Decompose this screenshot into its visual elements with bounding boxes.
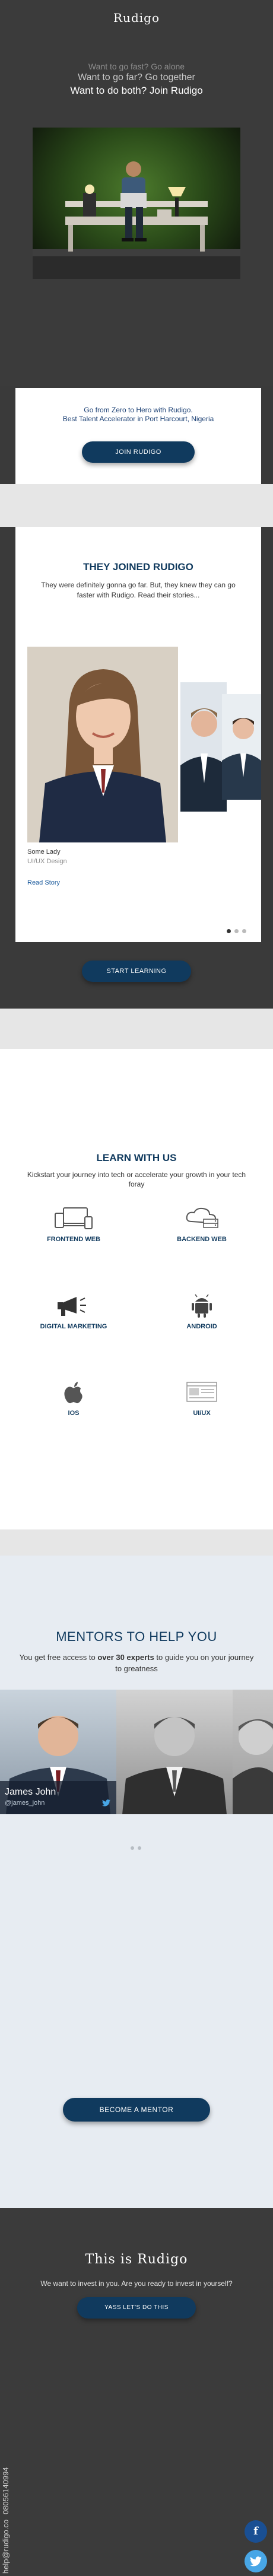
course-label: FRONTEND WEB bbox=[47, 1236, 100, 1243]
course-ui-ux[interactable]: UI/UX bbox=[154, 1380, 249, 1417]
mentor-card[interactable]: James John @james_john bbox=[0, 1690, 116, 1814]
apple-icon bbox=[64, 1382, 82, 1404]
mentors-section: MENTORS TO HELP YOU You get free access … bbox=[0, 1556, 273, 2208]
hero-photo bbox=[33, 128, 240, 279]
mentor-overlay: James John @james_john bbox=[0, 1781, 116, 1814]
become-mentor-button[interactable]: BECOME A MENTOR bbox=[63, 2098, 210, 2122]
courses-section: LEARN WITH US Kickstart your journey int… bbox=[0, 1049, 273, 1529]
course-label: ANDROID bbox=[186, 1323, 217, 1330]
course-ios[interactable]: IOS bbox=[26, 1380, 121, 1417]
man-on-bench-illustration bbox=[33, 161, 240, 279]
mentors-subtitle: You get free access to over 30 experts t… bbox=[18, 1652, 255, 1674]
hero-tagline-3: Want to do both? Join Rudigo bbox=[70, 85, 203, 96]
course-label: IOS bbox=[68, 1410, 80, 1417]
contact-email[interactable]: help@rudigo.co bbox=[1, 2517, 10, 2574]
course-label: UI/UX bbox=[193, 1410, 211, 1417]
carousel-dot[interactable] bbox=[242, 929, 246, 933]
footer-subtitle: We want to invest in you. Are you ready … bbox=[40, 2279, 233, 2288]
intro-text: Go from Zero to Hero with Rudigo. Best T… bbox=[15, 406, 261, 424]
mentor-carousel-dots bbox=[131, 1846, 141, 1850]
stories-subtitle: They were definitely gonna go far. But, … bbox=[41, 581, 236, 599]
carousel-dots bbox=[227, 929, 246, 933]
devices-icon bbox=[55, 1207, 93, 1229]
story-role: UI/UX Design bbox=[27, 858, 67, 865]
hero-tagline-1: Want to go fast? Go alone bbox=[88, 62, 185, 71]
course-label: DIGITAL MARKETING bbox=[40, 1323, 107, 1330]
courses-subtitle: Kickstart your journey into tech or acce… bbox=[27, 1171, 246, 1188]
course-frontend-web[interactable]: FRONTEND WEB bbox=[26, 1206, 121, 1243]
android-icon bbox=[192, 1294, 212, 1318]
cta-band: START LEARNING bbox=[0, 942, 273, 1009]
course-backend-web[interactable]: BACKEND WEB bbox=[154, 1206, 249, 1243]
courses-title: LEARN WITH US bbox=[96, 1152, 177, 1163]
mentors-subtitle-text: You get free access to bbox=[19, 1653, 98, 1662]
cloud-server-icon bbox=[186, 1207, 218, 1228]
course-android[interactable]: ANDROID bbox=[154, 1293, 249, 1330]
stories-title: THEY JOINED RUDIGO bbox=[83, 561, 193, 573]
hero-tagline-2: Want to go far? Go together bbox=[78, 72, 195, 82]
carousel-dot[interactable] bbox=[227, 929, 231, 933]
hero-section: Rudigo Want to go fast? Go alone Want to… bbox=[0, 0, 273, 386]
join-rudigo-button[interactable]: JOIN RUDIGO bbox=[82, 441, 195, 463]
story-featured-photo[interactable] bbox=[27, 647, 178, 842]
twitter-bird-glyph bbox=[250, 2556, 262, 2567]
course-label: BACKEND WEB bbox=[177, 1236, 227, 1243]
wireframe-icon bbox=[186, 1382, 217, 1402]
mentors-title: MENTORS TO HELP YOU bbox=[56, 1629, 217, 1644]
carousel-dot[interactable] bbox=[138, 1846, 141, 1850]
man-portrait bbox=[222, 694, 261, 800]
twitter-icon[interactable] bbox=[245, 2550, 267, 2572]
contact-phone[interactable]: 08056140994 bbox=[1, 2449, 10, 2514]
intro-card: Go from Zero to Hero with Rudigo. Best T… bbox=[15, 388, 261, 484]
mentor-photo bbox=[122, 1716, 227, 1814]
mentor-card[interactable] bbox=[116, 1690, 233, 1814]
twitter-icon[interactable] bbox=[102, 1799, 110, 1807]
carousel-dot[interactable] bbox=[131, 1846, 134, 1850]
mentor-name: James John bbox=[5, 1787, 56, 1797]
divider-band bbox=[0, 1529, 273, 1556]
mentor-handle: @james_john bbox=[5, 1799, 45, 1807]
intro-line-1: Go from Zero to Hero with Rudigo. bbox=[84, 406, 193, 414]
megaphone-icon bbox=[58, 1297, 86, 1316]
footer: This is Rudigo We want to invest in you.… bbox=[0, 2208, 273, 2576]
mentor-card[interactable] bbox=[233, 1690, 273, 1814]
mentors-subtitle-highlight: over 30 experts bbox=[97, 1653, 154, 1662]
story-thumbnail-3[interactable] bbox=[222, 694, 261, 800]
facebook-icon[interactable]: f bbox=[245, 2520, 267, 2543]
story-name: Some Lady bbox=[27, 848, 61, 856]
lets-do-this-button[interactable]: YASS LET'S DO THIS bbox=[77, 2297, 196, 2319]
divider-band bbox=[0, 1009, 273, 1049]
course-digital-marketing[interactable]: DIGITAL MARKETING bbox=[26, 1293, 121, 1330]
man-portrait bbox=[180, 682, 227, 812]
woman-portrait bbox=[27, 647, 178, 842]
divider-band bbox=[0, 484, 273, 527]
story-thumbnail-2[interactable] bbox=[180, 682, 227, 812]
brand-logo[interactable]: Rudigo bbox=[0, 11, 273, 25]
read-story-link[interactable]: Read Story bbox=[27, 879, 60, 886]
success-stories-card: THEY JOINED RUDIGO They were definitely … bbox=[15, 527, 261, 942]
mentor-photo bbox=[233, 1719, 273, 1814]
carousel-dot[interactable] bbox=[234, 929, 239, 933]
start-learning-button[interactable]: START LEARNING bbox=[82, 961, 191, 982]
intro-line-2: Best Talent Accelerator in Port Harcourt… bbox=[62, 415, 214, 423]
footer-title: This is Rudigo bbox=[85, 2252, 188, 2267]
